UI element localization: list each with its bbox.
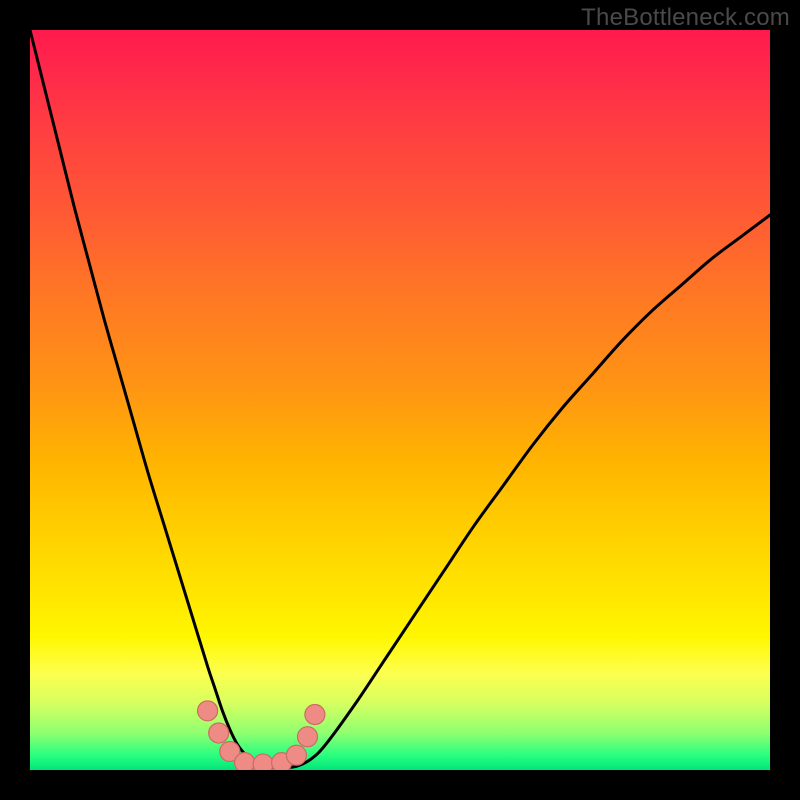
chart-plot-area: [30, 30, 770, 770]
chart-marker: [298, 727, 318, 747]
chart-marker: [253, 754, 273, 770]
chart-marker: [198, 701, 218, 721]
bottleneck-curve: [30, 30, 770, 768]
chart-marker: [286, 745, 306, 765]
chart-marker: [235, 753, 255, 770]
watermark-label: TheBottleneck.com: [581, 4, 790, 32]
chart-frame: TheBottleneck.com: [0, 0, 800, 800]
chart-marker: [305, 705, 325, 725]
chart-marker: [209, 723, 229, 743]
chart-svg: [30, 30, 770, 770]
